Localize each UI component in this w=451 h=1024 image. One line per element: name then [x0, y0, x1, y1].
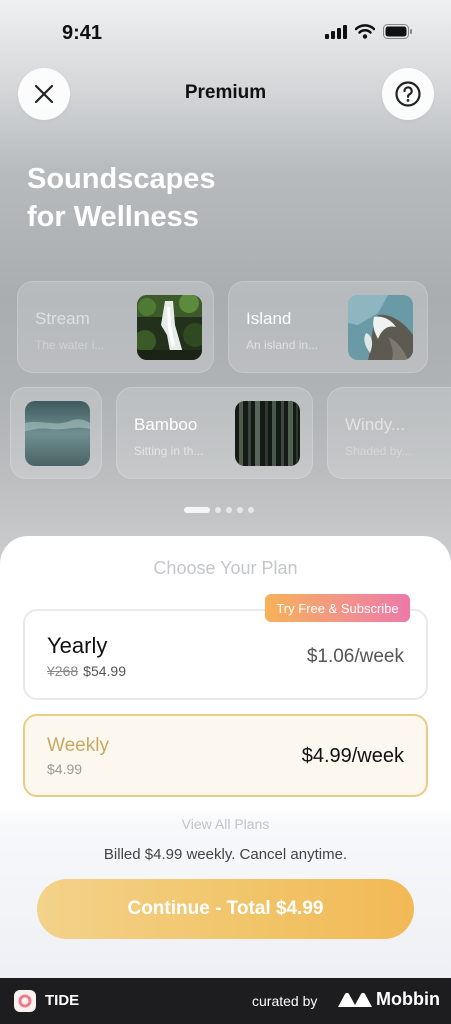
help-button[interactable] — [382, 68, 434, 120]
plan-sheet: Choose Your Plan Yearly ¥268 $54.99 $1.06… — [0, 536, 451, 978]
status-time: 9:41 — [62, 22, 103, 44]
hero-section: 9:41 Premium Soundscapes for Wellness St… — [0, 0, 451, 580]
plan-option-weekly[interactable]: Weekly $4.99 $4.99/week — [23, 714, 428, 797]
hero-title-line-2: for Wellness — [27, 201, 199, 233]
card-subtitle: An island in... — [246, 338, 319, 352]
plan-name: Yearly — [47, 633, 108, 658]
hero-title-line-1: Soundscapes — [27, 163, 216, 195]
hero-title: Soundscapes for Wellness — [27, 160, 347, 236]
question-circle-icon — [395, 81, 421, 107]
battery-icon — [383, 24, 412, 39]
pager-dot[interactable] — [237, 507, 243, 513]
soundscape-card-island[interactable]: Island An island in... — [228, 281, 428, 373]
curated-by-label: curated by — [252, 993, 318, 1009]
plan-option-yearly[interactable]: Yearly ¥268 $54.99 $1.06/week — [23, 609, 428, 700]
free-trial-badge: Try Free & Subscribe — [265, 594, 410, 622]
card-title: Windy... — [345, 415, 406, 434]
pager-dot[interactable] — [184, 507, 210, 513]
mobbin-brand: Mobbin — [376, 989, 440, 1009]
continue-button[interactable]: Continue - Total $4.99 — [37, 879, 414, 939]
plan-weekly-rate: $4.99/week — [301, 745, 404, 767]
card-title: Stream — [35, 309, 90, 328]
plan-price: ¥268 $54.99 — [47, 663, 126, 679]
waterfall-image — [137, 295, 202, 360]
soundscape-card-stream[interactable]: Stream The water i... — [17, 281, 214, 373]
underwater-image — [25, 401, 90, 466]
card-subtitle: Sitting in th... — [134, 444, 204, 458]
mobbin-logo-icon — [338, 992, 372, 1007]
soundscape-card-windy[interactable]: Windy... Shaded by... — [327, 387, 451, 479]
card-subtitle: The water i... — [35, 338, 105, 352]
billing-note: Billed $4.99 weekly. Cancel anytime. — [103, 846, 348, 863]
view-all-plans-link[interactable]: View All Plans — [0, 816, 451, 832]
carousel-pager[interactable] — [184, 507, 254, 513]
pager-dot[interactable] — [248, 507, 254, 513]
attribution-footer: TIDE curated by Mobbin — [0, 978, 451, 1024]
plan-price: $4.99 — [47, 761, 83, 777]
island-image — [348, 295, 413, 360]
plan-heading: Choose Your Plan — [153, 558, 298, 578]
pager-dot[interactable] — [226, 507, 232, 513]
soundscape-card-bamboo[interactable]: Bamboo Sitting in th... — [116, 387, 313, 479]
card-title: Island — [246, 309, 292, 328]
bamboo-image — [235, 401, 300, 466]
pager-dot[interactable] — [215, 507, 221, 513]
card-subtitle: Shaded by... — [345, 444, 412, 458]
plan-name: Weekly — [47, 735, 109, 756]
tide-logo-icon — [14, 990, 36, 1012]
app-name: TIDE — [45, 992, 80, 1009]
cellular-signal-icon — [325, 24, 347, 39]
status-bar: 9:41 — [0, 0, 451, 66]
status-icons — [325, 24, 413, 39]
plan-weekly-rate: $1.06/week — [306, 646, 404, 667]
current-price: $54.99 — [83, 663, 126, 679]
soundscape-card-underwater[interactable] — [10, 387, 102, 479]
wifi-icon — [355, 24, 375, 39]
card-title: Bamboo — [134, 415, 198, 434]
original-price: ¥268 — [47, 663, 79, 679]
